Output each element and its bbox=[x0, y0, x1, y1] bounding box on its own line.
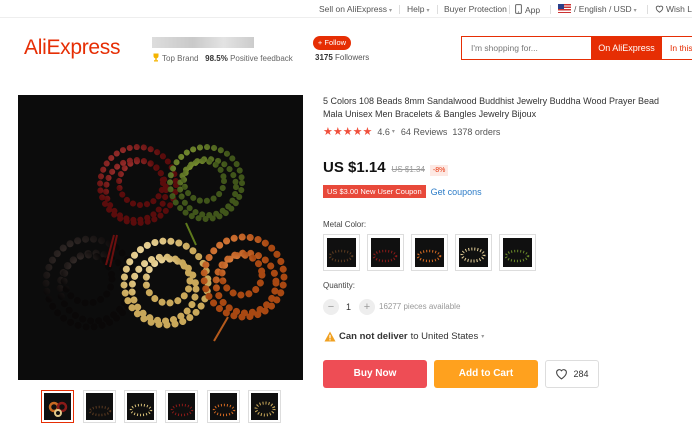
star-rating-icon: ★★★★★ bbox=[323, 126, 373, 138]
color-swatch-4[interactable] bbox=[455, 234, 492, 271]
wishlist-count: 284 bbox=[573, 369, 589, 379]
chevron-down-icon: ▾ bbox=[426, 8, 430, 14]
coupon-row: US $3.00 New User Coupon Get coupons bbox=[323, 185, 482, 198]
swatch-image bbox=[415, 238, 444, 267]
price-row: US $1.14 US $1.34 -8% bbox=[323, 159, 449, 176]
current-price: US $1.14 bbox=[323, 159, 386, 176]
delivery-notice: Can not deliver to United States ▾ bbox=[324, 331, 484, 342]
chevron-down-icon: ▾ bbox=[481, 334, 485, 340]
search-input[interactable]: I'm shopping for... bbox=[471, 43, 538, 53]
divider bbox=[437, 5, 438, 14]
chevron-down-icon: ▾ bbox=[633, 8, 637, 14]
rating-value[interactable]: 4.6 bbox=[377, 127, 390, 137]
app-link[interactable]: App bbox=[515, 4, 540, 15]
thumbnail-2[interactable] bbox=[83, 390, 116, 423]
warning-icon bbox=[324, 331, 336, 342]
thumbnail-3[interactable] bbox=[124, 390, 157, 423]
metal-color-label: Metal Color: bbox=[323, 220, 367, 229]
thumbnail-image bbox=[127, 393, 154, 420]
quantity-label: Quantity: bbox=[323, 281, 356, 290]
divider bbox=[647, 5, 648, 14]
original-price: US $1.34 bbox=[391, 165, 425, 174]
divider bbox=[509, 5, 510, 14]
search-bar: I'm shopping for... On AliExpress In thi… bbox=[461, 35, 692, 60]
swatch-image bbox=[459, 238, 488, 267]
quantity-input[interactable]: 1 bbox=[346, 302, 351, 312]
us-flag-icon bbox=[558, 4, 571, 13]
color-swatch-3[interactable] bbox=[411, 234, 448, 271]
product-title: 5 Colors 108 Beads 8mm Sandalwood Buddhi… bbox=[323, 96, 660, 119]
wishlist-link[interactable]: Wish L bbox=[655, 4, 692, 14]
cannot-deliver-label: Can not deliver bbox=[339, 331, 408, 342]
follow-button[interactable]: + Follow bbox=[313, 36, 351, 50]
shipping-destination-selector[interactable]: to United States bbox=[411, 331, 479, 342]
add-to-cart-button[interactable]: Add to Cart bbox=[434, 360, 538, 388]
quantity-decrease-button[interactable]: − bbox=[323, 299, 339, 315]
aliexpress-logo[interactable]: AliExpress bbox=[24, 36, 121, 60]
swatch-image bbox=[327, 238, 356, 267]
app-label: App bbox=[525, 5, 541, 15]
thumbnail-5[interactable] bbox=[207, 390, 240, 423]
color-swatch-1[interactable] bbox=[323, 234, 360, 271]
heart-icon bbox=[556, 369, 568, 380]
positive-feedback-value: 98.5% bbox=[205, 54, 228, 63]
swatch-image bbox=[371, 238, 400, 267]
followers-count: 3175 Followers bbox=[315, 53, 369, 62]
new-user-coupon-badge[interactable]: US $3.00 New User Coupon bbox=[323, 185, 426, 198]
sell-label: Sell on AliExpress bbox=[319, 4, 388, 14]
sell-on-aliexpress-link[interactable]: Sell on AliExpress ▾ bbox=[319, 4, 392, 14]
buy-now-button[interactable]: Buy Now bbox=[323, 360, 427, 388]
help-label: Help bbox=[407, 4, 425, 14]
quantity-increase-button[interactable]: + bbox=[359, 299, 375, 315]
store-name-redacted[interactable] bbox=[152, 37, 254, 48]
top-bar: Sell on AliExpress ▾ Help ▾ Buyer Protecti… bbox=[0, 0, 692, 18]
color-swatch-2[interactable] bbox=[367, 234, 404, 271]
product-main-image[interactable] bbox=[18, 95, 303, 380]
heart-icon bbox=[655, 5, 664, 13]
wishlist-label: Wish L bbox=[666, 4, 692, 14]
orders-count: 1378 orders bbox=[452, 126, 501, 137]
locale-label: / English / USD bbox=[574, 4, 632, 14]
chevron-down-icon: ▾ bbox=[391, 129, 395, 135]
language-currency-selector[interactable]: / English / USD ▾ bbox=[558, 4, 637, 14]
thumbnail-image bbox=[86, 393, 113, 420]
thumbnail-6[interactable] bbox=[248, 390, 281, 423]
followers-label: Followers bbox=[335, 53, 370, 62]
positive-feedback-label: Positive feedback bbox=[230, 54, 293, 63]
buyer-protection-link[interactable]: Buyer Protection bbox=[444, 4, 507, 14]
followers-number: 3175 bbox=[315, 53, 333, 62]
phone-icon bbox=[515, 4, 522, 14]
add-to-wishlist-button[interactable]: 284 bbox=[545, 360, 599, 388]
trophy-icon bbox=[153, 53, 159, 62]
reviews-link[interactable]: 64 Reviews bbox=[401, 127, 448, 137]
thumbnail-image bbox=[210, 393, 237, 420]
bead-bracelets-photo bbox=[42, 144, 288, 342]
rating-row: ★★★★★ 4.6 ▾ 64 Reviews 1378 orders bbox=[323, 125, 505, 138]
color-swatch-5[interactable] bbox=[499, 234, 536, 271]
thumbnail-1[interactable] bbox=[41, 390, 74, 423]
swatch-image bbox=[503, 238, 532, 267]
thumbnail-image bbox=[168, 393, 195, 420]
search-in-store-button[interactable]: In this bbox=[670, 43, 692, 53]
search-aliexpress-button[interactable]: On AliExpress bbox=[591, 35, 662, 60]
help-menu[interactable]: Help ▾ bbox=[407, 4, 430, 14]
chevron-down-icon: ▾ bbox=[389, 8, 393, 14]
top-brand-label: Top Brand bbox=[162, 54, 199, 63]
divider bbox=[399, 5, 400, 14]
store-meta: Top Brand 98.5% Positive feedback bbox=[152, 53, 293, 63]
thumbnail-image bbox=[44, 393, 71, 420]
discount-badge: -8% bbox=[429, 165, 449, 176]
divider bbox=[550, 5, 551, 14]
stock-available: 16277 pieces available bbox=[379, 302, 461, 311]
thumbnail-4[interactable] bbox=[165, 390, 198, 423]
get-coupons-link[interactable]: Get coupons bbox=[431, 187, 482, 197]
thumbnail-image bbox=[251, 393, 278, 420]
